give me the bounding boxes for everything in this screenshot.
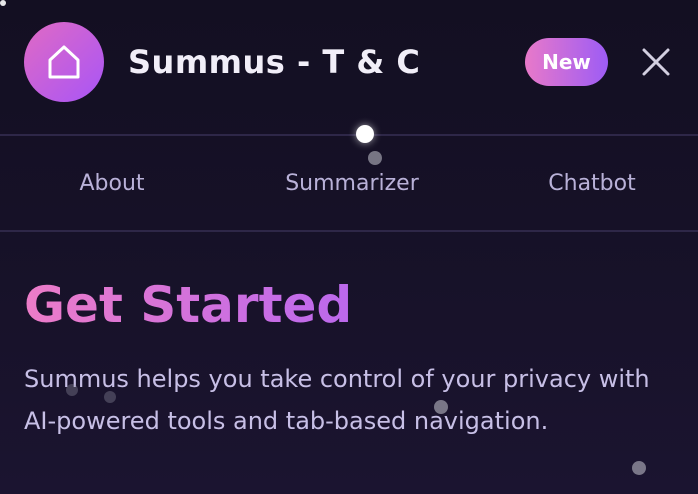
logo-button[interactable] (24, 22, 104, 102)
decorative-particle (104, 391, 116, 403)
main-content: Get Started Summus helps you take contro… (24, 270, 674, 442)
close-button[interactable] (636, 42, 676, 82)
home-icon (44, 42, 84, 82)
page-description: Summus helps you take control of your pr… (24, 365, 650, 435)
close-icon (641, 47, 671, 77)
decorative-particle (434, 400, 448, 414)
tab-about[interactable]: About (40, 136, 184, 230)
tab-chatbot[interactable]: Chatbot (520, 136, 664, 230)
app-title: Summus - T & C (128, 43, 421, 81)
page-heading: Get Started (24, 270, 674, 340)
tab-summarizer[interactable]: Summarizer (262, 136, 442, 230)
app-header: Summus - T & C New (0, 0, 698, 134)
new-badge: New (525, 38, 608, 86)
nav-divider (0, 230, 698, 232)
decorative-particle (368, 151, 382, 165)
tab-bar: About Summarizer Chatbot (0, 136, 698, 230)
active-tab-indicator (356, 125, 374, 143)
decorative-particle (632, 461, 646, 475)
decorative-particle (0, 0, 6, 6)
decorative-particle (66, 384, 78, 396)
